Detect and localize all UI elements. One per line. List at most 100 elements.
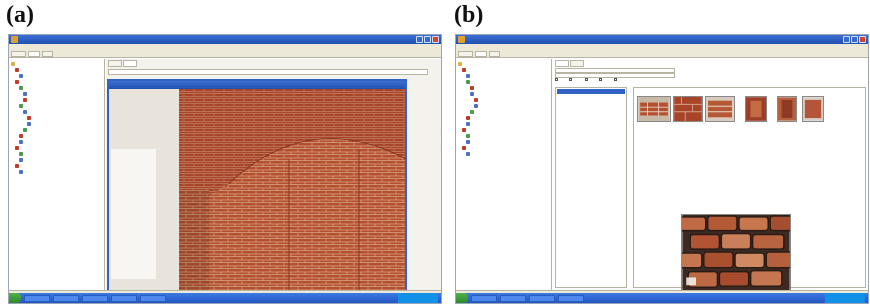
- photo-thumbnail[interactable]: [745, 96, 767, 122]
- tree-node-icon: [23, 128, 27, 132]
- window-titlebar: [9, 35, 441, 44]
- close-icon[interactable]: [859, 36, 866, 43]
- tab[interactable]: [555, 60, 569, 67]
- photos-pane: [633, 87, 866, 296]
- taskbar-item[interactable]: [500, 294, 526, 302]
- system-tray: [398, 293, 438, 303]
- maximize-icon[interactable]: [851, 36, 858, 43]
- menu-item[interactable]: [20, 44, 26, 51]
- tree-node-icon: [23, 92, 27, 96]
- photo-thumbnail[interactable]: [777, 96, 797, 122]
- tree-node-icon: [19, 152, 23, 156]
- taskbar: [456, 293, 868, 303]
- checkbox[interactable]: [614, 78, 621, 82]
- taskbar-item[interactable]: [558, 294, 584, 302]
- photo-thumbnail[interactable]: [802, 96, 824, 122]
- tree-node[interactable]: [458, 151, 551, 157]
- tree-node-icon: [470, 86, 474, 90]
- damage-properties-area: [553, 59, 868, 296]
- photo-viewer-window: [107, 79, 407, 299]
- tab[interactable]: [42, 51, 54, 57]
- tree-node-icon: [19, 170, 23, 174]
- menu-bar: [456, 44, 868, 51]
- taskbar-item[interactable]: [529, 294, 555, 302]
- list-item[interactable]: [557, 121, 625, 126]
- window-titlebar: [456, 35, 868, 44]
- tree-node-icon: [19, 134, 23, 138]
- photo-thumbnail[interactable]: [637, 96, 671, 122]
- tree-node-icon: [19, 140, 23, 144]
- damage-type-list: [555, 87, 627, 288]
- tree-node-icon: [15, 164, 19, 168]
- tree-node-icon: [27, 116, 31, 120]
- taskbar-item[interactable]: [53, 294, 79, 302]
- building-tree: [456, 59, 552, 291]
- tab[interactable]: [489, 51, 501, 57]
- screenshot-a: [8, 34, 442, 304]
- tree-node[interactable]: [11, 169, 104, 175]
- taskbar-item[interactable]: [471, 294, 497, 302]
- checkbox-row: [555, 78, 621, 82]
- photo-viewer-titlebar: [109, 81, 405, 89]
- tree-node-icon: [474, 98, 478, 102]
- screenshot-b: [455, 34, 869, 304]
- tree-node-icon: [27, 122, 31, 126]
- photo-thumbnail[interactable]: [705, 96, 735, 122]
- tree-node-icon: [470, 110, 474, 114]
- tab[interactable]: [474, 51, 488, 57]
- menu-item[interactable]: [31, 44, 33, 51]
- tree-node-icon: [23, 110, 27, 114]
- taskbar-item[interactable]: [111, 294, 137, 302]
- start-icon[interactable]: [456, 293, 468, 303]
- tree-node-icon: [462, 68, 466, 72]
- text-field[interactable]: [108, 69, 428, 75]
- properties-area: [106, 59, 441, 299]
- tree-node-icon: [466, 74, 470, 78]
- tree-node-icon: [466, 122, 470, 126]
- tree-node-icon: [474, 104, 478, 108]
- tree-node-icon: [15, 146, 19, 150]
- taskbar-item[interactable]: [24, 294, 50, 302]
- tree-node-icon: [19, 74, 23, 78]
- tree-node-icon: [458, 62, 462, 66]
- maximize-icon[interactable]: [424, 36, 431, 43]
- taskbar: [9, 293, 441, 303]
- checkbox[interactable]: [568, 78, 579, 82]
- tab[interactable]: [569, 60, 585, 67]
- close-icon[interactable]: [432, 36, 439, 43]
- tree-node-icon: [15, 80, 19, 84]
- minimize-icon[interactable]: [843, 36, 850, 43]
- tree-node-icon: [466, 152, 470, 156]
- tab[interactable]: [122, 60, 138, 67]
- tree-node-icon: [462, 128, 466, 132]
- start-icon[interactable]: [9, 293, 21, 303]
- minimize-icon[interactable]: [416, 36, 423, 43]
- brick-vault-photo: [109, 89, 405, 297]
- menu-item[interactable]: [12, 44, 15, 51]
- selected-damage-photo: [681, 214, 791, 296]
- tree-node-icon: [19, 158, 23, 162]
- tab[interactable]: [458, 51, 473, 57]
- panel-label-a: (a): [6, 2, 34, 28]
- system-tray: [825, 293, 865, 303]
- menu-bar: [9, 44, 441, 51]
- tab-strip: [456, 51, 868, 58]
- tab[interactable]: [11, 51, 26, 57]
- checkbox[interactable]: [584, 78, 593, 82]
- tree-node-icon: [11, 62, 15, 66]
- panel-label-b: (b): [454, 2, 484, 28]
- photo-thumbnail[interactable]: [673, 96, 703, 122]
- app-icon: [458, 36, 465, 43]
- app-icon: [11, 36, 18, 43]
- tab[interactable]: [108, 60, 122, 67]
- tree-node-icon: [19, 86, 23, 90]
- taskbar-item[interactable]: [82, 294, 108, 302]
- tab-strip: [9, 51, 441, 58]
- tree-node-icon: [462, 146, 466, 150]
- checkbox[interactable]: [555, 78, 563, 82]
- tab[interactable]: [27, 51, 41, 57]
- tree-node-icon: [466, 116, 470, 120]
- taskbar-item[interactable]: [140, 294, 166, 302]
- checkbox[interactable]: [598, 78, 609, 82]
- building-tree: [9, 59, 105, 291]
